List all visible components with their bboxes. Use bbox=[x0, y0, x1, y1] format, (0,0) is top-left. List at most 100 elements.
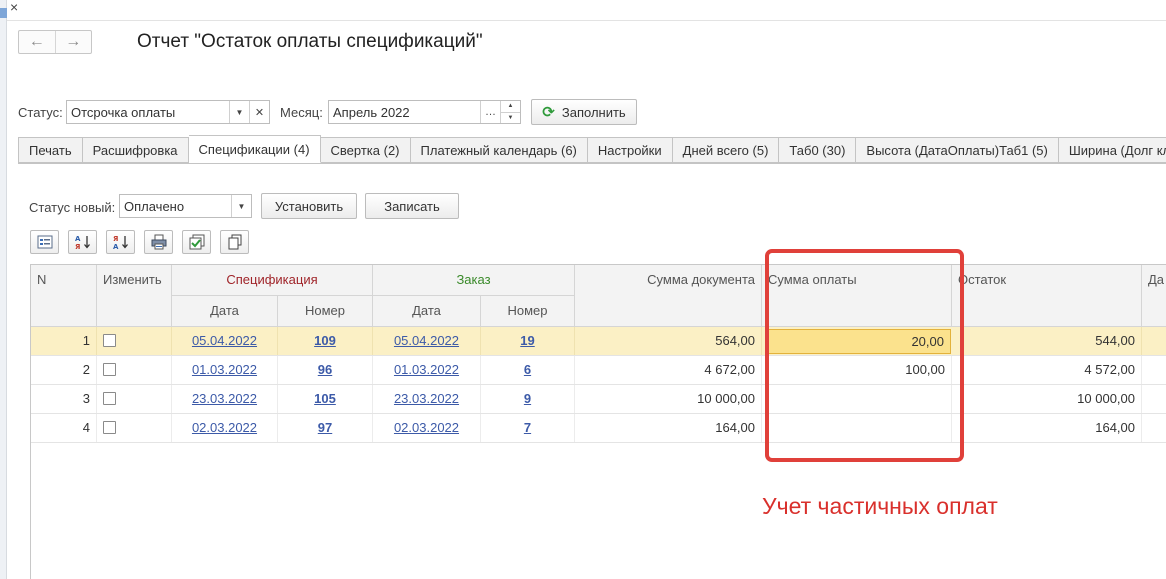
page-title: Отчет "Остаток оплаты спецификаций" bbox=[137, 31, 483, 52]
header-edit[interactable]: Изменить bbox=[97, 265, 172, 327]
header-spec-number[interactable]: Номер bbox=[278, 296, 373, 327]
spec-date-link[interactable]: 02.03.2022 bbox=[192, 420, 257, 435]
tab-bar: Печать Расшифровка Спецификации (4) Свер… bbox=[18, 135, 1166, 163]
tabs-divider bbox=[18, 163, 1166, 164]
fill-button[interactable]: ⟳ Заполнить bbox=[531, 99, 637, 125]
tab-specifications[interactable]: Спецификации (4) bbox=[188, 135, 321, 163]
sort-descending-icon[interactable]: ЯА bbox=[106, 230, 135, 254]
copy-icon[interactable] bbox=[220, 230, 249, 254]
new-status-label: Статус новый: bbox=[29, 200, 116, 215]
month-label: Месяц: bbox=[280, 105, 323, 120]
header-order[interactable]: Заказ bbox=[373, 265, 575, 296]
check-all-icon[interactable] bbox=[182, 230, 211, 254]
spec-number-link[interactable]: 105 bbox=[314, 391, 336, 406]
rest-cell: 164,00 bbox=[952, 414, 1142, 442]
spec-date-cell: 01.03.2022 bbox=[172, 356, 278, 384]
table-row[interactable]: 4 02.03.2022 97 02.03.2022 7 164,00 164,… bbox=[31, 414, 1166, 443]
clear-icon[interactable]: ✕ bbox=[249, 101, 269, 123]
table-row[interactable]: 1 05.04.2022 109 05.04.2022 19 564,00 20… bbox=[31, 327, 1166, 356]
order-number-cell: 9 bbox=[481, 385, 575, 413]
new-status-field[interactable]: Оплачено ▼ bbox=[119, 194, 252, 218]
month-field[interactable]: Апрель 2022 … ▲ ▼ bbox=[328, 100, 521, 124]
document-sum-cell: 164,00 bbox=[575, 414, 762, 442]
order-date-link[interactable]: 05.04.2022 bbox=[394, 333, 459, 348]
spin-up-icon[interactable]: ▲ bbox=[501, 101, 520, 112]
back-arrow-icon[interactable]: ← bbox=[19, 31, 55, 53]
spec-date-link[interactable]: 01.03.2022 bbox=[192, 362, 257, 377]
header-next[interactable]: Да bbox=[1142, 265, 1166, 327]
tab-height[interactable]: Высота (ДатаОплаты)Таб1 (5) bbox=[856, 137, 1059, 163]
tab-tab0[interactable]: Таб0 (30) bbox=[779, 137, 857, 163]
row-number: 2 bbox=[31, 356, 97, 384]
month-stepper[interactable]: ▲ ▼ bbox=[500, 101, 520, 123]
print-settings-icon[interactable] bbox=[144, 230, 173, 254]
tab-label: Печать bbox=[29, 142, 72, 158]
spec-number-cell: 109 bbox=[278, 327, 373, 355]
spec-date-cell: 02.03.2022 bbox=[172, 414, 278, 442]
status-field[interactable]: Отсрочка оплаты ▼ ✕ bbox=[66, 100, 270, 124]
tab-rollup[interactable]: Свертка (2) bbox=[320, 137, 411, 163]
edit-checkbox[interactable] bbox=[103, 421, 116, 435]
spin-down-icon[interactable]: ▼ bbox=[501, 111, 520, 124]
order-number-link[interactable]: 7 bbox=[524, 420, 531, 435]
tab-days-total[interactable]: Дней всего (5) bbox=[672, 137, 780, 163]
tab-width[interactable]: Ширина (Долг клиен bbox=[1058, 137, 1166, 163]
edit-checkbox[interactable] bbox=[103, 392, 116, 406]
spec-date-link[interactable]: 05.04.2022 bbox=[192, 333, 257, 348]
order-date-link[interactable]: 02.03.2022 bbox=[394, 420, 459, 435]
spec-date-link[interactable]: 23.03.2022 bbox=[192, 391, 257, 406]
sort-ascending-icon[interactable]: АЯ bbox=[68, 230, 97, 254]
edit-checkbox[interactable] bbox=[103, 363, 116, 377]
order-number-link[interactable]: 6 bbox=[524, 362, 531, 377]
header-order-number[interactable]: Номер bbox=[481, 296, 575, 327]
set-button[interactable]: Установить bbox=[261, 193, 357, 219]
header-payment-sum[interactable]: Сумма оплаты bbox=[762, 265, 952, 327]
order-date-link[interactable]: 23.03.2022 bbox=[394, 391, 459, 406]
order-number-link[interactable]: 19 bbox=[520, 333, 534, 348]
header-specification[interactable]: Спецификация bbox=[172, 265, 373, 296]
header-order-date[interactable]: Дата bbox=[373, 296, 481, 327]
rest-cell: 544,00 bbox=[952, 327, 1142, 355]
payment-sum-cell[interactable] bbox=[762, 385, 952, 413]
select-dots-icon[interactable]: … bbox=[480, 101, 500, 123]
dropdown-arrow-icon[interactable]: ▼ bbox=[231, 195, 251, 217]
tab-payment-calendar[interactable]: Платежный календарь (6) bbox=[410, 137, 588, 163]
write-button[interactable]: Записать bbox=[365, 193, 459, 219]
table-row[interactable]: 2 01.03.2022 96 01.03.2022 6 4 672,00 10… bbox=[31, 356, 1166, 385]
table-row[interactable]: 3 23.03.2022 105 23.03.2022 9 10 000,00 … bbox=[31, 385, 1166, 414]
payment-sum-cell[interactable]: 100,00 bbox=[762, 356, 952, 384]
order-number-link[interactable]: 9 bbox=[524, 391, 531, 406]
header-spec-date[interactable]: Дата bbox=[172, 296, 278, 327]
navigation-buttons: ← → bbox=[18, 30, 92, 54]
table-toolbar: АЯ ЯА bbox=[30, 230, 249, 254]
tab-decoding[interactable]: Расшифровка bbox=[82, 137, 189, 163]
spec-date-cell: 23.03.2022 bbox=[172, 385, 278, 413]
month-value: Апрель 2022 bbox=[333, 104, 410, 120]
order-date-link[interactable]: 01.03.2022 bbox=[394, 362, 459, 377]
spec-number-cell: 96 bbox=[278, 356, 373, 384]
list-icon[interactable] bbox=[30, 230, 59, 254]
close-icon[interactable]: × bbox=[10, 0, 18, 14]
set-button-label: Установить bbox=[274, 198, 344, 214]
spec-number-link[interactable]: 109 bbox=[314, 333, 336, 348]
new-status-value: Оплачено bbox=[124, 198, 185, 214]
edit-checkbox[interactable] bbox=[103, 334, 116, 348]
dropdown-arrow-icon[interactable]: ▼ bbox=[229, 101, 249, 123]
tab-label: Дней всего (5) bbox=[682, 142, 769, 158]
payment-sum-input[interactable]: 20,00 bbox=[768, 329, 951, 354]
row-number: 4 bbox=[31, 414, 97, 442]
payment-sum-cell[interactable] bbox=[762, 414, 952, 442]
spec-date-cell: 05.04.2022 bbox=[172, 327, 278, 355]
tab-label: Свертка (2) bbox=[330, 142, 400, 158]
header-document-sum[interactable]: Сумма документа bbox=[575, 265, 762, 327]
spec-number-link[interactable]: 97 bbox=[318, 420, 332, 435]
header-n[interactable]: N bbox=[31, 265, 97, 327]
header-rest[interactable]: Остаток bbox=[952, 265, 1142, 327]
rest-cell: 10 000,00 bbox=[952, 385, 1142, 413]
forward-arrow-icon[interactable]: → bbox=[54, 31, 92, 53]
tab-settings[interactable]: Настройки bbox=[587, 137, 673, 163]
edit-cell bbox=[97, 327, 172, 355]
tab-print[interactable]: Печать bbox=[18, 137, 83, 163]
svg-text:А: А bbox=[113, 243, 119, 250]
spec-number-link[interactable]: 96 bbox=[318, 362, 332, 377]
